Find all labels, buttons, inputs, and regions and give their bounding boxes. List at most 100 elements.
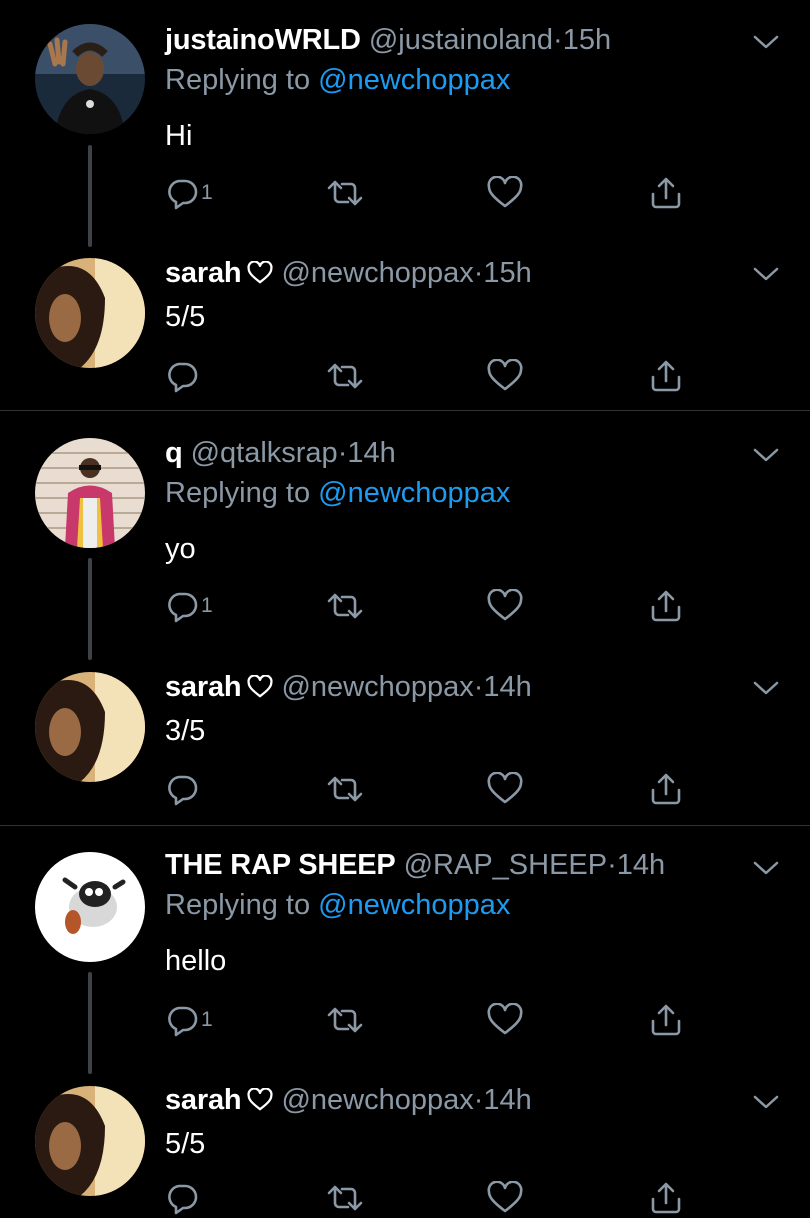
separator-dot: · (473, 671, 484, 703)
like-button[interactable] (487, 173, 523, 213)
handle[interactable]: @qtalksrap (191, 437, 338, 469)
tweet[interactable]: q @qtalksrap·14h Replying to @newchoppax… (165, 433, 790, 569)
tweet-text: 3/5 (165, 715, 206, 747)
handle[interactable]: @newchoppax (281, 1084, 473, 1116)
tweet[interactable]: sarah @newchoppax·14h 3/5 (165, 667, 790, 751)
retweet-button[interactable] (325, 1178, 365, 1218)
display-name[interactable]: sarah (165, 1084, 242, 1116)
handle[interactable]: @RAP_SHEEP (404, 849, 608, 881)
timestamp[interactable]: 15h (483, 257, 531, 289)
tweet-header: sarah @newchoppax·14h (165, 667, 790, 707)
tweet[interactable]: justainoWRLD @justainoland·15h Replying … (165, 20, 790, 156)
timestamp[interactable]: 14h (483, 1084, 531, 1116)
retweet-button[interactable] (325, 173, 365, 213)
replying-to: Replying to @newchoppax (165, 60, 790, 100)
like-button[interactable] (487, 356, 523, 396)
timestamp[interactable]: 14h (617, 849, 665, 881)
tweet-header: justainoWRLD @justainoland·15h (165, 20, 790, 60)
display-name[interactable]: sarah (165, 257, 242, 289)
like-icon (487, 1003, 523, 1035)
tweet[interactable]: sarah @newchoppax·14h 5/5 (165, 1080, 790, 1164)
mention-link[interactable]: @newchoppax (318, 64, 510, 96)
retweet-icon (327, 593, 363, 619)
separator-dot: · (473, 257, 484, 289)
mention-link[interactable]: @newchoppax (318, 477, 510, 509)
share-button[interactable] (649, 769, 683, 809)
tweet-actions: 1 (165, 173, 705, 213)
heart-emoji-icon (247, 261, 273, 284)
reply-icon (168, 1184, 198, 1215)
share-button[interactable] (649, 1000, 683, 1040)
thread-line (88, 558, 92, 660)
replying-to-label: Replying to (165, 64, 319, 96)
share-button[interactable] (649, 173, 683, 213)
reply-button[interactable]: 1 (165, 1000, 213, 1040)
display-name[interactable]: sarah (165, 671, 242, 703)
reply-button[interactable] (165, 356, 201, 396)
chevron-down-icon[interactable] (752, 1092, 780, 1112)
chevron-down-icon[interactable] (752, 445, 780, 465)
tweet-actions (165, 1178, 705, 1218)
retweet-icon (327, 180, 363, 206)
reply-icon (168, 179, 198, 210)
tweet-actions: 1 (165, 586, 705, 626)
chevron-down-icon[interactable] (752, 264, 780, 284)
share-button[interactable] (649, 1178, 683, 1218)
tweet[interactable]: THE RAP SHEEP @RAP_SHEEP·14h Replying to… (165, 845, 790, 981)
timestamp[interactable]: 15h (563, 24, 611, 56)
avatar[interactable] (35, 672, 145, 782)
retweet-button[interactable] (325, 356, 365, 396)
share-button[interactable] (649, 586, 683, 626)
reply-icon (168, 592, 198, 623)
like-icon (487, 772, 523, 804)
timestamp[interactable]: 14h (483, 671, 531, 703)
reply-button[interactable] (165, 769, 201, 809)
separator-dot: · (473, 1084, 484, 1116)
tweet-text: Hi (165, 120, 193, 152)
tweet-actions: 1 (165, 1000, 705, 1040)
avatar[interactable] (35, 438, 145, 548)
handle[interactable]: @newchoppax (281, 257, 473, 289)
handle[interactable]: @newchoppax (281, 671, 473, 703)
reply-count: 1 (201, 181, 213, 204)
like-button[interactable] (487, 1178, 523, 1218)
divider (0, 825, 810, 826)
like-button[interactable] (487, 1000, 523, 1040)
mention-link[interactable]: @newchoppax (318, 889, 510, 921)
display-name[interactable]: THE RAP SHEEP (165, 849, 396, 881)
share-icon (651, 360, 681, 392)
separator-dot: · (607, 849, 617, 881)
reply-button[interactable]: 1 (165, 173, 213, 213)
chevron-down-icon[interactable] (752, 32, 780, 52)
retweet-button[interactable] (325, 1000, 365, 1040)
reply-icon (168, 1006, 198, 1037)
avatar[interactable] (35, 24, 145, 134)
avatar[interactable] (35, 258, 145, 368)
reply-button[interactable]: 1 (165, 586, 213, 626)
chevron-down-icon[interactable] (752, 678, 780, 698)
share-icon (651, 1182, 681, 1214)
like-button[interactable] (487, 769, 523, 809)
retweet-button[interactable] (325, 769, 365, 809)
tweet-header: sarah @newchoppax·15h (165, 253, 790, 293)
timestamp[interactable]: 14h (347, 437, 395, 469)
tweet-actions (165, 769, 705, 809)
retweet-button[interactable] (325, 586, 365, 626)
display-name[interactable]: justainoWRLD (165, 24, 361, 56)
chevron-down-icon[interactable] (752, 858, 780, 878)
tweet[interactable]: sarah @newchoppax·15h 5/5 (165, 253, 790, 337)
tweet-header: THE RAP SHEEP @RAP_SHEEP·14h (165, 845, 790, 885)
like-button[interactable] (487, 586, 523, 626)
avatar[interactable] (35, 852, 145, 962)
tweet-text: 5/5 (165, 301, 206, 333)
replying-to: Replying to @newchoppax (165, 885, 790, 925)
handle[interactable]: @justainoland (369, 24, 553, 56)
avatar[interactable] (35, 1086, 145, 1196)
reply-icon (168, 362, 198, 393)
share-icon (651, 177, 681, 209)
tweet-actions (165, 356, 705, 396)
display-name[interactable]: q (165, 437, 183, 469)
reply-button[interactable] (165, 1178, 201, 1218)
heart-emoji-icon (247, 1088, 273, 1111)
share-button[interactable] (649, 356, 683, 396)
